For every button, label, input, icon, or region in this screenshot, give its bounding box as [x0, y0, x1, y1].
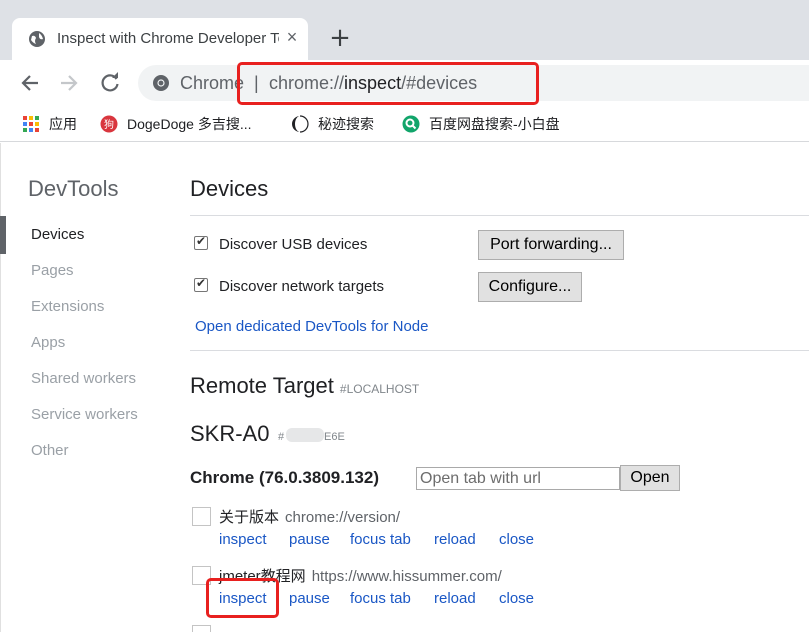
- open-node-devtools-link[interactable]: Open dedicated DevTools for Node: [195, 317, 428, 337]
- bookmark-apps[interactable]: 应用: [22, 114, 77, 134]
- remote-divider: [190, 350, 809, 351]
- serial-redaction: [286, 428, 324, 442]
- back-arrow-icon[interactable]: [15, 68, 45, 98]
- discover-usb-checkbox[interactable]: [194, 234, 208, 250]
- remote-target-heading: Remote Target #LOCALHOST: [190, 373, 419, 402]
- sidebar-item-devices[interactable]: Devices: [31, 225, 84, 245]
- reload-icon[interactable]: [95, 68, 125, 98]
- svg-text:狗: 狗: [104, 118, 114, 131]
- discover-network-label: Discover network targets: [219, 278, 385, 295]
- devices-heading: Devices: [190, 176, 269, 201]
- new-tab-icon[interactable]: +: [327, 25, 353, 52]
- sidebar-item-extensions[interactable]: Extensions: [31, 297, 104, 317]
- sidebar-item-service-workers[interactable]: Service workers: [31, 405, 138, 425]
- remote-target-tag: #LOCALHOST: [339, 382, 420, 396]
- dogedoge-icon: 狗: [100, 115, 118, 133]
- pause-link[interactable]: pause: [289, 530, 330, 550]
- bookmark-label: 应用: [49, 116, 77, 132]
- bookmark-dogedoge[interactable]: 狗 DogeDoge 多吉搜...: [100, 114, 252, 134]
- device-serial-suffix: E6E: [324, 431, 345, 443]
- sidebar-item-apps[interactable]: Apps: [31, 333, 65, 353]
- sidebar-item-other[interactable]: Other: [31, 441, 69, 461]
- inspect-link[interactable]: inspect: [219, 530, 267, 550]
- xiaobaipan-icon: [402, 115, 420, 133]
- close-link[interactable]: close: [499, 589, 534, 609]
- bookmarks-bar: 应用 狗 DogeDoge 多吉搜... 秘迹搜索 百度网盘搜索-小白盘: [0, 106, 809, 142]
- open-tab-button[interactable]: Open: [620, 465, 680, 491]
- pause-link[interactable]: pause: [289, 589, 330, 609]
- bookmark-mijisou[interactable]: 秘迹搜索: [291, 114, 374, 134]
- devices-divider: [190, 215, 809, 216]
- tab-close-icon[interactable]: ×: [282, 27, 302, 47]
- close-link[interactable]: close: [499, 530, 534, 550]
- remote-browser-name: Chrome (76.0.3809.132): [190, 468, 379, 487]
- target-thumbnail: [192, 625, 211, 632]
- device-serial-prefix: #: [278, 431, 285, 443]
- reload-link[interactable]: reload: [434, 530, 476, 550]
- bookmark-label: DogeDoge 多吉搜...: [127, 116, 252, 132]
- mijisou-icon: [292, 115, 309, 133]
- focus-tab-link[interactable]: focus tab: [350, 530, 411, 550]
- target-url: https://www.hissummer.com/: [311, 568, 502, 585]
- port-forwarding-button[interactable]: Port forwarding...: [478, 230, 624, 260]
- bookmark-label: 秘迹搜索: [318, 116, 374, 132]
- remote-target-title: Remote Target: [190, 373, 334, 398]
- devtools-title: DevTools: [28, 176, 119, 201]
- focus-tab-link[interactable]: focus tab: [350, 589, 411, 609]
- globe-icon: [29, 31, 45, 47]
- forward-arrow-icon[interactable]: [54, 68, 84, 98]
- target-url: chrome://version/: [285, 509, 401, 526]
- reload-link[interactable]: reload: [434, 589, 476, 609]
- discover-usb-label: Discover USB devices: [219, 236, 368, 253]
- tab-title: Inspect with Chrome Developer Tools: [57, 30, 279, 47]
- url-highlight-box: [237, 62, 539, 105]
- chrome-site-icon: [153, 75, 169, 91]
- discover-network-checkbox[interactable]: [194, 276, 208, 292]
- bookmark-xiaobaipan[interactable]: 百度网盘搜索-小白盘: [402, 114, 560, 134]
- inspect-highlight-box: [206, 578, 279, 618]
- target-title-row: 关于版本 chrome://version/: [219, 508, 400, 528]
- configure-button[interactable]: Configure...: [478, 272, 582, 302]
- browser-tab[interactable]: Inspect with Chrome Developer Tools ×: [12, 18, 308, 60]
- open-tab-url-input[interactable]: Open tab with url: [416, 467, 620, 490]
- active-indicator: [0, 216, 6, 254]
- omnibox-chip: Chrome: [180, 73, 245, 93]
- target-thumbnail: [192, 507, 211, 526]
- sidebar-item-pages[interactable]: Pages: [31, 261, 74, 281]
- apps-grid-icon: [23, 116, 39, 132]
- device-name: SKR-A0: [190, 421, 270, 446]
- bookmark-label: 百度网盘搜索-小白盘: [429, 116, 560, 132]
- sidebar-item-shared-workers[interactable]: Shared workers: [31, 369, 136, 389]
- target-title: 关于版本: [219, 509, 280, 526]
